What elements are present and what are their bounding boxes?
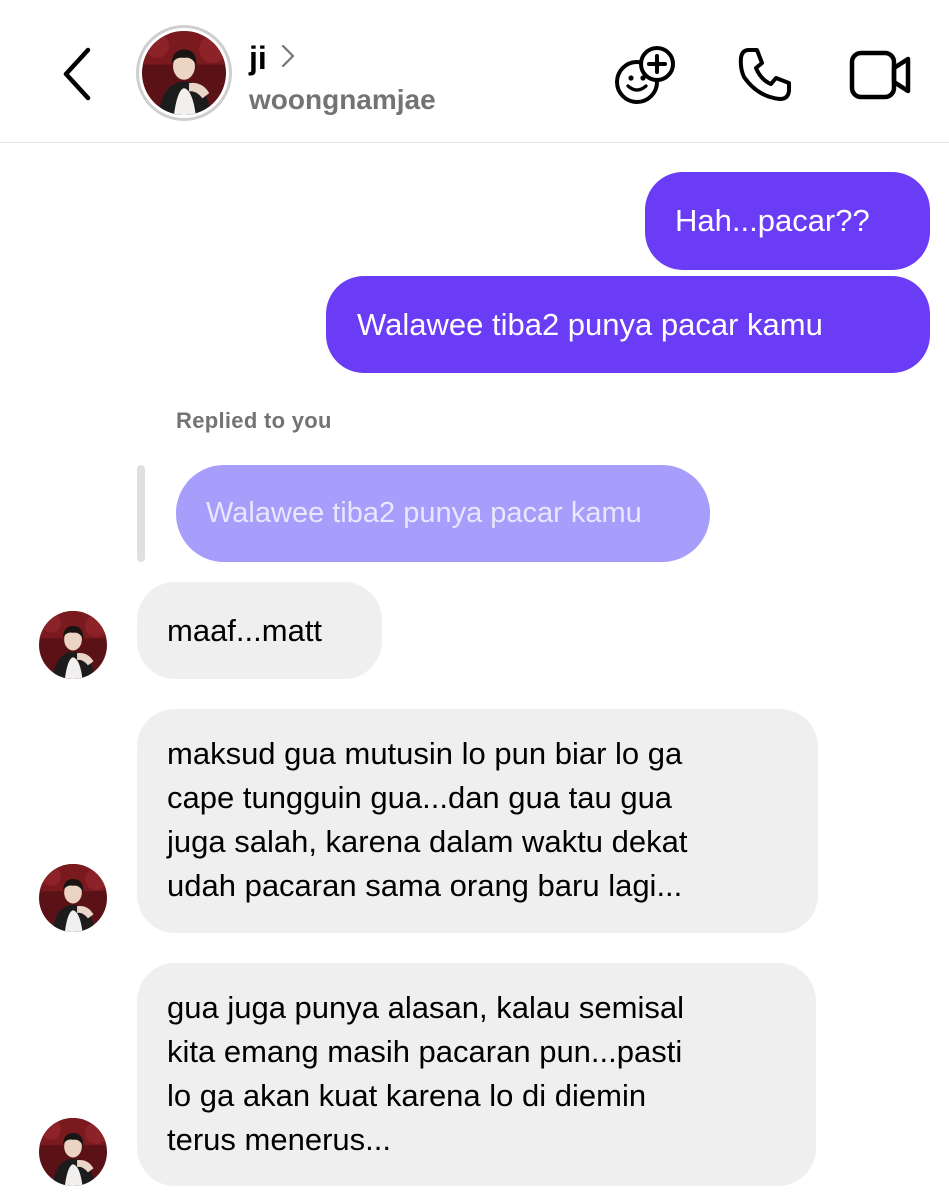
reply-quote-bubble[interactable]: Walawee tiba2 punya pacar kamu: [176, 465, 710, 562]
message-line: cape tungguin gua...dan gua tau gua: [167, 780, 673, 815]
profile-avatar[interactable]: [136, 25, 232, 121]
sent-message[interactable]: Walawee tiba2 punya pacar kamu: [326, 276, 930, 373]
contact-name: ji: [249, 40, 267, 76]
message-line: udah pacaran sama orang baru lagi...: [167, 868, 683, 903]
sender-avatar[interactable]: [39, 611, 107, 679]
video-camera-icon[interactable]: [849, 50, 913, 100]
message-line: lo ga akan kuat karena lo di diemin: [167, 1078, 647, 1113]
message-text: maaf...matt: [167, 613, 323, 648]
reply-label: Replied to you: [176, 408, 332, 433]
chat-header: ji woongnamjae: [0, 0, 949, 143]
reply-indicator-bar: [137, 465, 145, 562]
phone-icon[interactable]: [735, 44, 795, 104]
message-line: juga salah, karena dalam waktu dekat: [167, 824, 688, 859]
sent-message[interactable]: Hah...pacar??: [645, 172, 930, 270]
stickers-add-icon[interactable]: [613, 44, 677, 106]
message-text: Walawee tiba2 punya pacar kamu: [357, 307, 823, 342]
received-message[interactable]: maksud gua mutusin lo pun biar lo ga cap…: [137, 709, 818, 933]
message-line: kita emang masih pacaran pun...pasti: [167, 1034, 683, 1069]
message-text: Hah...pacar??: [675, 203, 870, 238]
reply-quote-text: Walawee tiba2 punya pacar kamu: [206, 497, 642, 529]
chevron-right-icon: [281, 44, 294, 68]
back-chevron-icon[interactable]: [52, 44, 102, 104]
sender-avatar[interactable]: [39, 1118, 107, 1186]
avatar-photo: [142, 31, 226, 115]
received-message[interactable]: gua juga punya alasan, kalau semisal kit…: [137, 963, 816, 1186]
message-line: terus menerus...: [167, 1122, 391, 1157]
sender-avatar[interactable]: [39, 864, 107, 932]
message-line: gua juga punya alasan, kalau semisal: [167, 990, 685, 1025]
profile-name-link[interactable]: ji: [249, 40, 295, 76]
contact-username: woongnamjae: [249, 84, 436, 115]
message-line: maksud gua mutusin lo pun biar lo ga: [167, 736, 683, 771]
received-message[interactable]: maaf...matt: [137, 582, 382, 679]
